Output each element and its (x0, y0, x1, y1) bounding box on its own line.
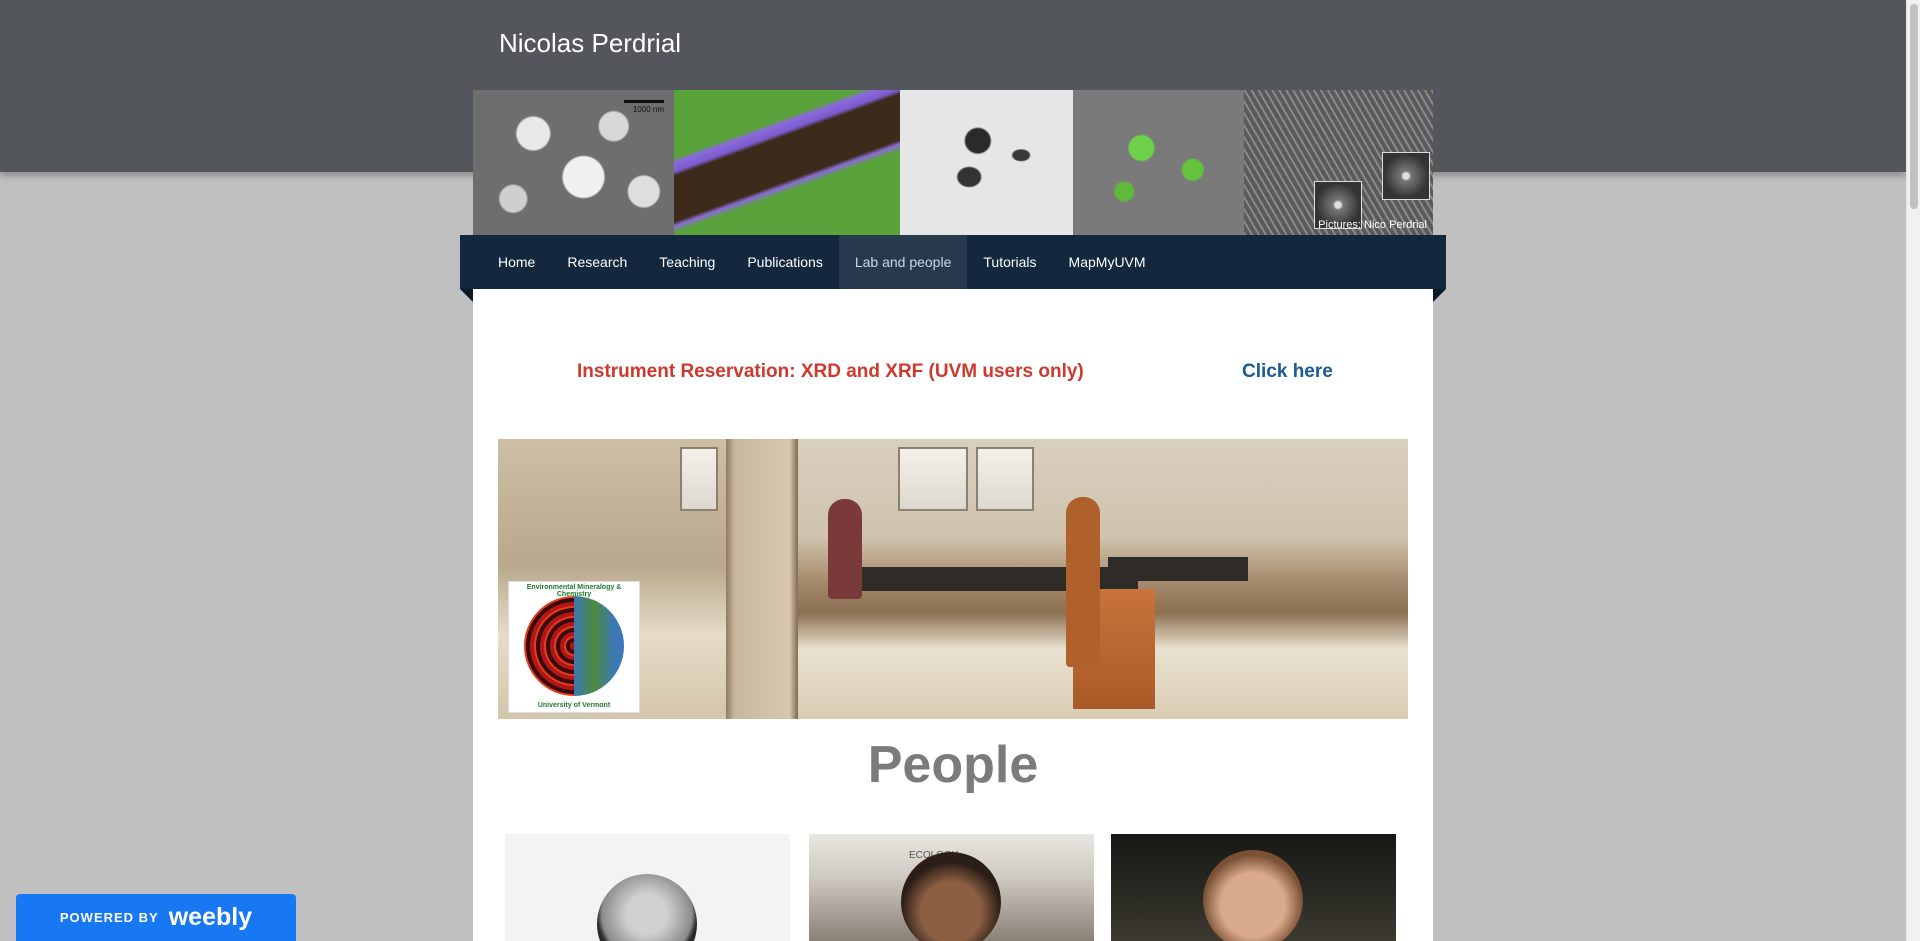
banner-image-green-sem (1073, 90, 1244, 235)
weebly-logo: weebly (168, 903, 253, 931)
people-heading: People (867, 736, 1039, 794)
reservation-text: Instrument Reservation: XRD and XRF (UVM… (577, 361, 1084, 382)
banner-image-sem: 1000 nm (473, 90, 674, 235)
lab-photo-person (1066, 497, 1100, 667)
lab-photo-bench (1108, 557, 1248, 581)
nav-item-tutorials[interactable]: Tutorials (967, 235, 1052, 289)
lab-photo-window (976, 447, 1034, 511)
reservation-link[interactable]: Click here (1242, 361, 1333, 383)
fft-inset-2 (1382, 152, 1430, 200)
portrait-face (901, 852, 1001, 941)
portrait-face (597, 874, 697, 941)
lab-logo: Environmental Mineralogy & Chemistry Uni… (508, 581, 640, 713)
nav-ribbon-left (460, 289, 473, 302)
site-title[interactable]: Nicolas Perdrial (499, 28, 681, 59)
lab-logo-university: University of Vermont (537, 702, 611, 709)
badge-powered-by: POWERED BY (59, 910, 159, 925)
nav-item-publications[interactable]: Publications (731, 235, 839, 289)
banner-image-mineral (674, 90, 900, 235)
banner-credit: Pictures: Nico Perdrial (1318, 219, 1427, 231)
lab-photo-window (898, 447, 968, 511)
lab-photo-window (680, 447, 718, 511)
lab-photo-door (726, 439, 798, 719)
person-photo-3 (1111, 834, 1396, 941)
vertical-scrollbar[interactable] (1906, 0, 1920, 941)
banner-image-lattice (1244, 90, 1433, 235)
scale-label: 1000 nm (632, 105, 664, 114)
nav-item-mapmyuvm[interactable]: MapMyUVM (1053, 235, 1162, 289)
scale-bar (624, 100, 664, 103)
header-banner: 1000 nm Pictures: Nico Perdrial (473, 90, 1433, 235)
nav-item-teaching[interactable]: Teaching (643, 235, 731, 289)
page: Nicolas Perdrial 1000 nm Pictures: Nico … (0, 0, 1920, 941)
nav-item-research[interactable]: Research (551, 235, 643, 289)
lab-panorama-photo: Environmental Mineralogy & Chemistry Uni… (498, 439, 1408, 719)
person-photo-2: ECOLOGY (809, 834, 1094, 941)
lab-photo-person (828, 499, 862, 599)
person-photo-1 (505, 834, 790, 941)
nav-ribbon-right (1433, 289, 1446, 302)
portrait-face (1203, 850, 1303, 941)
nav-item-lab-and-people[interactable]: Lab and people (838, 235, 968, 289)
scrollbar-thumb[interactable] (1910, 4, 1918, 209)
weebly-badge[interactable]: POWERED BY weebly (16, 894, 296, 941)
main-nav: Home Research Teaching Publications Lab … (482, 235, 1162, 289)
globe-icon (524, 596, 624, 696)
banner-image-tem (900, 90, 1073, 235)
nav-item-home[interactable]: Home (482, 235, 551, 289)
